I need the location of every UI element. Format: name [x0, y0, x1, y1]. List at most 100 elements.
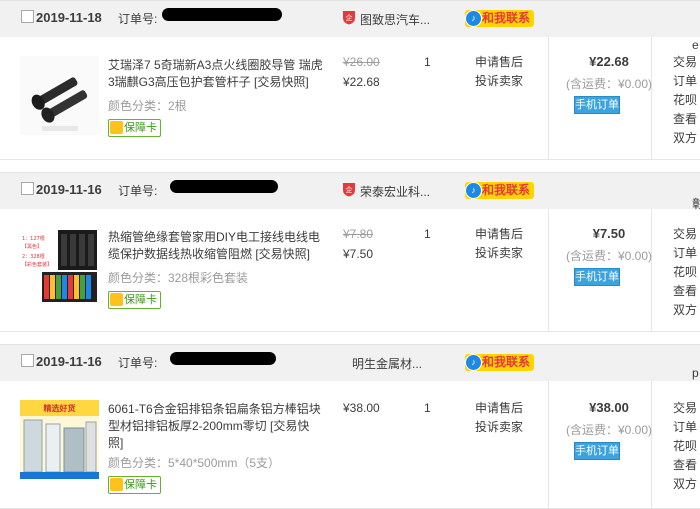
order-number-redaction: [170, 180, 278, 193]
product-title-link[interactable]: 艾瑞泽7 5奇瑞新A3点火线圈胶导管 瑞虎3瑞麒G3高压包护套管杆子 [交易快照…: [108, 57, 323, 91]
order-select-checkbox[interactable]: [21, 354, 34, 367]
order-total: ¥7.50: [592, 226, 626, 241]
shop-icon: 企: [343, 183, 355, 197]
contact-seller-label: 和我联系: [482, 11, 531, 25]
product-title-link[interactable]: 6061-T6合金铝排铝条铝扁条铝方棒铝块型材铝排铝板厚2-200mm零切 [交…: [108, 401, 323, 452]
order-date: 2019-11-18: [36, 10, 102, 25]
column-divider: [548, 37, 549, 159]
product-spec: 颜色分类：328根彩色套装: [108, 271, 249, 285]
chat-icon: ♪: [465, 354, 482, 371]
unit-price: ¥38.00: [343, 401, 380, 415]
clipped-text: p: [692, 366, 699, 380]
order-action[interactable]: 花呗: [673, 91, 697, 110]
guarantee-icon: [110, 121, 123, 134]
complain-link[interactable]: 投诉卖家: [475, 72, 523, 91]
order-header: 2019-11-16 订单号: 0000002675 明生金属材... ♪ 和我…: [0, 344, 700, 381]
shop-name[interactable]: 明生金属材...: [352, 355, 422, 372]
order-header: 2019-11-16 订单号: 0000002675 企 荣泰宏业科... ♪ …: [0, 172, 700, 209]
chat-icon: ♪: [465, 10, 482, 27]
order-date: 2019-11-16: [36, 354, 102, 369]
original-price: ¥7.80: [343, 227, 374, 241]
product-image: [20, 56, 99, 135]
order-header: 2019-11-18 订单号: 0000002670 企 图致思汽车... ♪ …: [0, 0, 700, 37]
thumb-label: 2：328根: [22, 253, 45, 260]
complain-link[interactable]: 投诉卖家: [475, 244, 523, 263]
shipping-fee: (含运费：¥0.00): [565, 423, 653, 437]
order-number-label: 订单号:: [118, 12, 158, 26]
order-body: 1：127根 【黑色】 2：328根 【彩色套装】 热缩管绝缘套管家用DIY电工…: [0, 209, 700, 332]
contact-seller-label: 和我联系: [482, 355, 531, 369]
thumb-label: 1：127根: [22, 235, 45, 242]
after-sale-link[interactable]: 申请售后: [475, 399, 523, 418]
contact-seller-label: 和我联系: [482, 183, 531, 197]
order-number-redaction: [162, 8, 282, 21]
guarantee-badge[interactable]: 保障卡: [108, 476, 161, 494]
contact-seller-button[interactable]: ♪ 和我联系: [465, 182, 535, 199]
chat-icon: ♪: [465, 182, 482, 199]
column-divider: [651, 37, 652, 159]
product-thumbnail[interactable]: [20, 56, 99, 135]
svg-text:企: 企: [346, 185, 353, 194]
product-thumbnail[interactable]: 精选好货: [20, 400, 99, 479]
order-action[interactable]: 查看: [673, 282, 697, 301]
guarantee-icon: [110, 293, 123, 306]
after-sale-link[interactable]: 申请售后: [475, 225, 523, 244]
order-total: ¥22.68: [589, 54, 629, 69]
clipped-text: 彰: [692, 197, 700, 211]
order-action[interactable]: 订单: [673, 72, 697, 91]
order-select-checkbox[interactable]: [21, 182, 34, 195]
mobile-order-tag[interactable]: 手机订单: [574, 442, 620, 460]
order-select-checkbox[interactable]: [21, 10, 34, 23]
product-spec: 颜色分类：5*40*500mm（5支）: [108, 456, 281, 470]
contact-seller-button[interactable]: ♪ 和我联系: [465, 10, 535, 27]
unit-price: ¥7.50: [343, 247, 374, 261]
guarantee-label: 保障卡: [124, 294, 157, 306]
guarantee-label: 保障卡: [124, 479, 157, 491]
order-date: 2019-11-16: [36, 182, 102, 197]
order-action[interactable]: 交易: [673, 399, 697, 418]
svg-text:企: 企: [346, 13, 353, 22]
product-spec: 颜色分类：2根: [108, 99, 187, 113]
order-action[interactable]: 花呗: [673, 437, 697, 456]
order-action[interactable]: 双方: [673, 129, 697, 148]
column-divider: [548, 381, 549, 508]
guarantee-badge[interactable]: 保障卡: [108, 291, 161, 309]
order-number-redaction: [170, 352, 276, 365]
clipped-text: e: [692, 38, 699, 52]
guarantee-badge[interactable]: 保障卡: [108, 119, 161, 137]
contact-seller-button[interactable]: ♪ 和我联系: [465, 354, 535, 371]
quantity: 1: [424, 401, 431, 415]
mobile-order-tag[interactable]: 手机订单: [574, 268, 620, 286]
order-action[interactable]: 交易: [673, 225, 697, 244]
shipping-fee: (含运费：¥0.00): [565, 77, 653, 91]
column-divider: [651, 381, 652, 508]
order-action[interactable]: 双方: [673, 475, 697, 494]
complain-link[interactable]: 投诉卖家: [475, 418, 523, 437]
product-image: 精选好货: [20, 400, 99, 479]
order-total: ¥38.00: [589, 400, 629, 415]
shop-icon: 企: [343, 11, 355, 25]
order-action[interactable]: 双方: [673, 301, 697, 320]
order-body: 精选好货 6061-T6合金铝排铝条铝扁条铝方棒铝块型材铝排铝板厚2-200mm…: [0, 381, 700, 509]
product-thumbnail[interactable]: 1：127根 【黑色】 2：328根 【彩色套装】: [20, 228, 99, 307]
after-sale-link[interactable]: 申请售后: [475, 53, 523, 72]
thumb-label: 精选好货: [44, 403, 76, 413]
order-action[interactable]: 查看: [673, 110, 697, 129]
mobile-order-tag[interactable]: 手机订单: [574, 96, 620, 114]
thumb-label: 【黑色】: [22, 243, 42, 250]
quantity: 1: [424, 55, 431, 69]
quantity: 1: [424, 227, 431, 241]
order-action[interactable]: 订单: [673, 244, 697, 263]
shop-name[interactable]: 荣泰宏业科...: [360, 183, 430, 200]
order-body: 艾瑞泽7 5奇瑞新A3点火线圈胶导管 瑞虎3瑞麒G3高压包护套管杆子 [交易快照…: [0, 37, 700, 160]
order-action[interactable]: 花呗: [673, 263, 697, 282]
order-number-label: 订单号:: [118, 356, 158, 370]
column-divider: [651, 209, 652, 331]
shop-name[interactable]: 图致思汽车...: [360, 11, 430, 28]
shipping-fee: (含运费：¥0.00): [565, 249, 653, 263]
product-title-link[interactable]: 热缩管绝缘套管家用DIY电工接线电线电缆保护数据线热收缩管阻燃 [交易快照]: [108, 229, 323, 263]
column-divider: [548, 209, 549, 331]
order-action[interactable]: 订单: [673, 418, 697, 437]
order-action[interactable]: 交易: [673, 53, 697, 72]
order-action[interactable]: 查看: [673, 456, 697, 475]
